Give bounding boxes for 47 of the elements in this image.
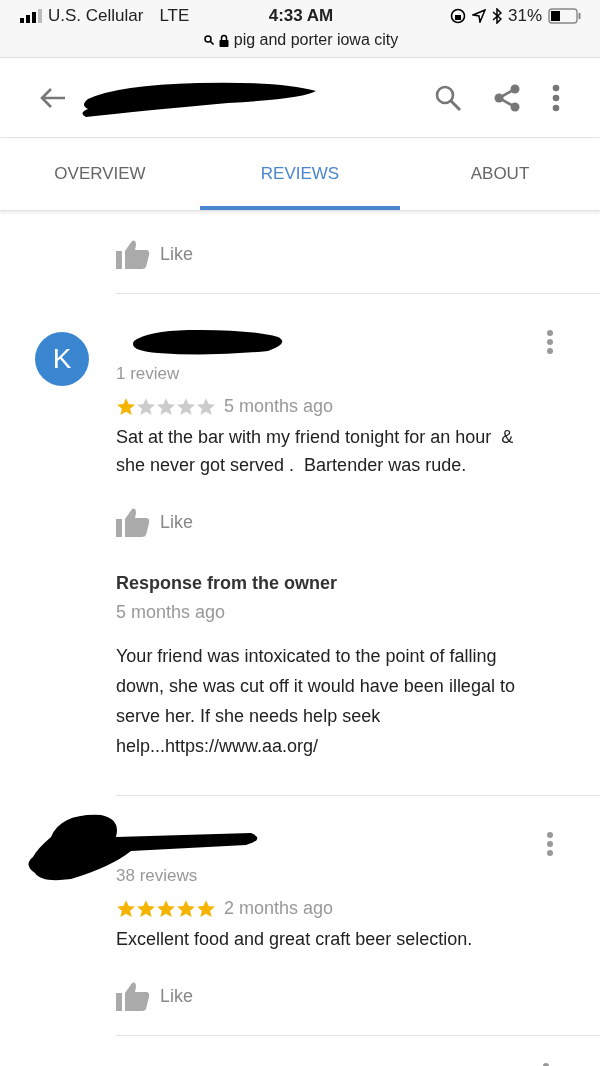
tab[interactable]: REVIEWS xyxy=(200,138,400,210)
like-button[interactable]: Like xyxy=(116,981,194,1011)
like-button[interactable]: Like xyxy=(116,239,194,269)
star-icon xyxy=(196,396,216,417)
star-icon xyxy=(196,898,216,919)
more-icon[interactable] xyxy=(546,831,554,857)
review-text: Sat at the bar with my friend tonight for an hour & she never got served . Bartender was rude. xyxy=(116,426,515,477)
rotation-lock-icon xyxy=(449,8,466,24)
signal-icon xyxy=(20,9,42,23)
back-arrow-icon[interactable] xyxy=(40,86,66,109)
star-icon xyxy=(116,898,136,919)
thumbs-up-icon xyxy=(116,981,150,1011)
bluetooth-icon xyxy=(491,8,502,24)
more-icon[interactable] xyxy=(546,329,554,355)
battery-percent: 31% xyxy=(507,6,542,26)
star-icon xyxy=(156,898,176,919)
tab[interactable]: OVERVIEW xyxy=(0,138,200,210)
tab[interactable]: ABOUT xyxy=(400,138,600,210)
star-icon xyxy=(156,396,176,417)
carrier-name: U.S. Cellular xyxy=(48,6,144,26)
response-time: 5 months ago xyxy=(116,602,227,623)
like-button[interactable]: Like xyxy=(116,507,194,537)
star-icon xyxy=(176,396,196,417)
review-count: 38 reviews xyxy=(116,866,199,886)
owner-response-text: Your friend was intoxicated to the point of falling down, she was cut off it would have been illegal to serve her. If she needs help seek help...https://www.aa.org/ xyxy=(116,645,516,758)
star-icon xyxy=(116,396,136,417)
network-type: LTE xyxy=(159,6,190,26)
thumbs-up-icon xyxy=(116,507,150,537)
user-avatar[interactable]: K xyxy=(35,332,89,386)
search-icon xyxy=(203,35,214,45)
review-time: 2 months ago xyxy=(224,898,334,919)
review-time: 5 months ago xyxy=(224,396,334,417)
review-text: Excellent food and great craft beer selection. xyxy=(116,928,474,951)
battery-icon xyxy=(548,8,582,24)
star-icon xyxy=(136,898,156,919)
owner-response-title: Response from the owner xyxy=(116,573,339,594)
star-icon xyxy=(176,898,196,919)
thumbs-up-icon xyxy=(116,239,150,269)
location-arrow-icon xyxy=(471,9,486,23)
clock-time: 4:33 AM xyxy=(268,6,334,26)
share-icon[interactable] xyxy=(492,82,522,113)
more-icon[interactable] xyxy=(552,83,560,112)
search-icon[interactable] xyxy=(434,83,462,112)
page-url: pig and porter iowa city xyxy=(233,31,399,49)
review-count: 1 review xyxy=(116,364,181,384)
lock-icon xyxy=(218,33,229,47)
star-icon xyxy=(136,396,156,417)
